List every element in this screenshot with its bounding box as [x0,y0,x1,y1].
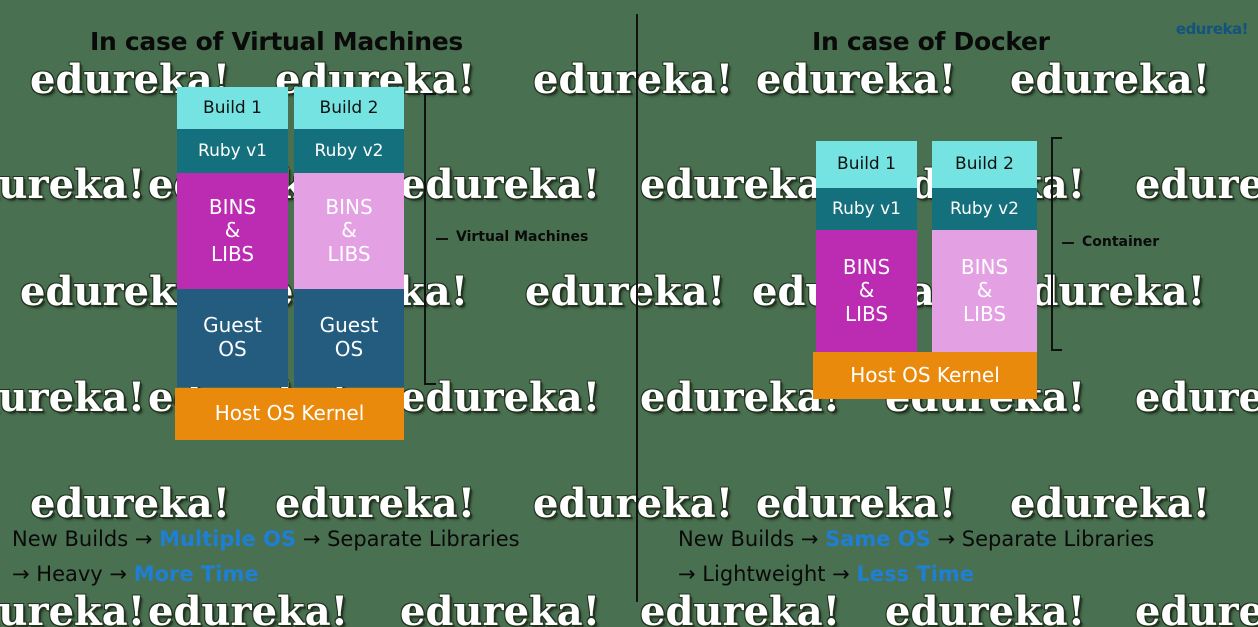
docker-caption-line-1: New Builds → Same OS → Separate Librarie… [678,527,1154,551]
edureka-logo: edureka! [1175,20,1249,38]
caption-text: Heavy [36,562,110,586]
watermark-text: edureka! [1135,588,1258,627]
caption-text: → [678,562,703,586]
vm-stack1-runtime-block: Ruby v1 [177,129,288,173]
container-bracket-label: Container [1082,234,1160,250]
diagram-canvas: edureka! edureka! edureka! edureka! edureka!… [0,0,1258,627]
watermark-text: edureka! [0,588,146,627]
docker-host-os-kernel-block: Host OS Kernel [813,352,1037,399]
docker-stack1-runtime-block: Ruby v1 [816,188,917,230]
panel-divider [636,14,638,602]
virtual-machines-bracket-tick [436,238,448,240]
caption-text: → [930,527,962,551]
caption-text: New Builds [12,527,135,551]
watermark-text: edureka! [640,374,841,421]
vm-stack1-build-block: Build 1 [177,87,288,129]
watermark-text: edureka! [1010,56,1211,103]
virtual-machines-bracket-label: Virtual Machines [456,229,589,245]
virtual-machines-bracket [424,93,436,385]
docker-stack1-build-block: Build 1 [816,141,917,188]
watermark-text: edureka! [640,161,841,208]
caption-text: New Builds [678,527,801,551]
watermark-text: edureka! [1135,161,1258,208]
page-title-docker: In case of Docker [812,27,1050,56]
watermark-text: edureka! [148,588,349,627]
caption-highlight: Same OS [825,527,931,551]
watermark-text: edureka! [885,588,1086,627]
caption-text: Separate Libraries [327,527,520,551]
caption-highlight: More Time [133,562,259,586]
docker-stack2-libs-block: BINS & LIBS [932,230,1037,352]
watermark-text: edureka! [275,480,476,527]
page-title-virtual-machines: In case of Virtual Machines [90,27,463,56]
docker-caption-line-2: → Lightweight → Less Time [678,562,974,586]
vm-stack2-libs-block: BINS & LIBS [294,173,404,289]
caption-text: → [832,562,857,586]
vm-caption-line-1: New Builds → Multiple OS → Separate Libr… [12,527,520,551]
caption-highlight: Less Time [856,562,975,586]
watermark-text: edureka! [756,56,957,103]
caption-text: → [296,527,328,551]
docker-stack2-build-block: Build 2 [932,141,1037,188]
vm-caption-line-2: → Heavy → More Time [12,562,259,586]
vm-stack1-libs-block: BINS & LIBS [177,173,288,289]
watermark-text: edureka! [0,161,146,208]
docker-stack1-libs-block: BINS & LIBS [816,230,917,352]
vm-stack2-runtime-block: Ruby v2 [294,129,404,173]
caption-highlight: Multiple OS [159,527,297,551]
watermark-text: edureka! [1135,374,1258,421]
docker-stack2-runtime-block: Ruby v2 [932,188,1037,230]
caption-text: → [134,527,160,551]
watermark-text: edureka! [30,480,231,527]
vm-stack2-build-block: Build 2 [294,87,404,129]
caption-text: → [109,562,134,586]
watermark-text: edureka! [400,588,601,627]
watermark-text: edureka! [0,374,146,421]
caption-text: Lightweight [702,562,833,586]
watermark-text: edureka! [640,588,841,627]
watermark-text: edureka! [525,268,726,315]
caption-text: → [800,527,826,551]
vm-host-os-kernel-block: Host OS Kernel [175,388,404,440]
container-bracket [1051,137,1062,351]
caption-text: Separate Libraries [961,527,1155,551]
watermark-text: edureka! [756,480,957,527]
vm-stack1-guest-os-block: Guest OS [177,289,288,387]
watermark-text: edureka! [533,480,734,527]
vm-stack2-guest-os-block: Guest OS [294,289,404,387]
watermark-text: edureka! [1010,480,1211,527]
caption-text: → [12,562,37,586]
watermark-text: edureka! [533,56,734,103]
container-bracket-tick [1062,242,1074,244]
